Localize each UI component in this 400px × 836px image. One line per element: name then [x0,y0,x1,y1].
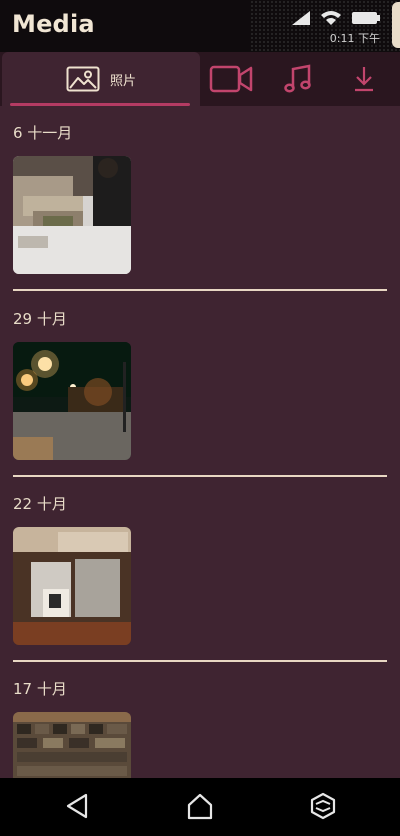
battery-icon [352,12,380,24]
app-title: Media [12,10,95,38]
image-icon [66,66,100,92]
photo-thumbnail[interactable] [13,342,131,460]
tab-photos-label: 照片 [109,73,136,89]
home-icon [187,793,213,820]
download-icon [355,67,373,92]
video-camera-icon [209,65,253,93]
section-divider [13,660,387,662]
recents-icon [310,792,336,820]
status-icons [292,10,380,26]
date-section: 17 十月 [0,678,400,778]
clock: 0:11 下午 [329,32,380,45]
photo-thumbnail[interactable] [13,156,131,274]
music-note-icon [284,64,311,93]
app-bar: Media 0:11 下午 [0,0,400,52]
media-list[interactable]: 6 十一月 29 十月 22 十月 17 十月 [0,106,400,778]
tab-downloads[interactable] [344,52,384,106]
date-section: 6 十一月 [0,122,400,308]
date-header: 6 十一月 [13,124,73,142]
date-header: 22 十月 [13,495,67,513]
photo-thumbnail[interactable] [13,712,131,778]
home-button[interactable] [186,792,214,824]
back-button[interactable] [64,792,90,824]
tab-music[interactable] [276,52,320,106]
system-nav-bar [0,778,400,836]
section-divider [13,289,387,291]
photo-thumbnail[interactable] [13,527,131,645]
edge-handle[interactable] [392,2,400,48]
date-section: 22 十月 [0,493,400,679]
back-icon [66,793,88,819]
wifi-icon [321,11,341,25]
date-header: 29 十月 [13,310,67,328]
recents-button[interactable] [310,792,336,824]
tab-photos[interactable]: 照片 [2,52,200,106]
signal-icon [292,11,310,25]
section-divider [13,475,387,477]
date-section: 29 十月 [0,308,400,494]
date-header: 17 十月 [13,680,67,698]
media-tabs: 照片 [0,52,400,106]
tab-videos[interactable] [205,52,257,106]
